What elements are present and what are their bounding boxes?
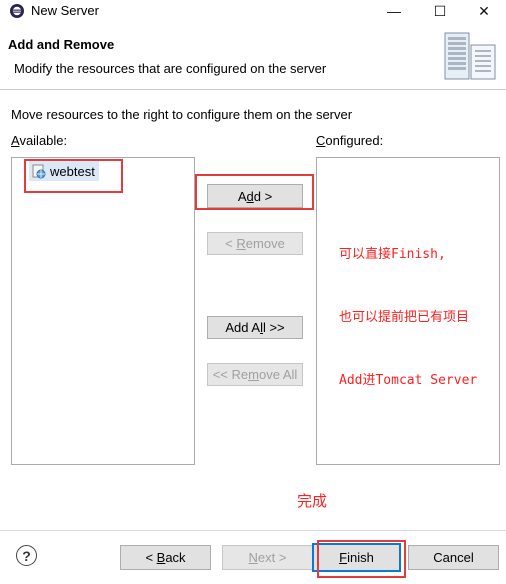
configured-label: Configured:: [316, 133, 384, 148]
close-button[interactable]: ✕: [462, 0, 506, 22]
help-button[interactable]: ?: [16, 545, 37, 566]
next-button-label: Next >: [248, 550, 287, 565]
annotation-note: 可以直接Finish, 也可以提前把已有项目 Add进Tomcat Server: [339, 202, 477, 412]
page-description: Modify the resources that are configured…: [14, 61, 327, 76]
back-button-label: < Back: [145, 550, 186, 565]
annotation-box-finish: [317, 540, 406, 578]
annotation-note-line: 也可以提前把已有项目: [339, 310, 470, 325]
page-title: Add and Remove: [8, 37, 115, 52]
window-title: New Server: [31, 3, 99, 18]
available-label: Available:: [11, 133, 68, 148]
back-button[interactable]: < Back: [120, 545, 211, 570]
instruction-text: Move resources to the right to configure…: [11, 107, 353, 122]
remove-button-label: < Remove: [225, 236, 285, 251]
add-all-button[interactable]: Add All >>: [207, 316, 303, 339]
annotation-done: 完成: [297, 492, 328, 510]
annotation-box-add: [195, 174, 314, 210]
available-list[interactable]: [11, 157, 195, 465]
remove-button[interactable]: < Remove: [207, 232, 303, 255]
minimize-button[interactable]: —: [372, 0, 416, 22]
configured-label-rest: onfigured:: [325, 133, 384, 148]
cancel-button[interactable]: Cancel: [408, 545, 499, 570]
wizard-header: [0, 22, 506, 90]
annotation-note-line: 可以直接Finish,: [339, 247, 446, 262]
remove-all-button[interactable]: << Remove All: [207, 363, 303, 386]
eclipse-icon: [10, 4, 24, 18]
available-label-rest: vailable:: [19, 133, 68, 148]
annotation-note-line: Add进Tomcat Server: [339, 373, 478, 388]
next-button[interactable]: Next >: [222, 545, 313, 570]
footer-separator: [0, 530, 506, 531]
remove-all-button-label: << Remove All: [212, 367, 298, 382]
maximize-button[interactable]: ☐: [418, 0, 462, 22]
server-icon: [444, 32, 496, 80]
add-all-button-label: Add All >>: [225, 320, 285, 335]
annotation-box-webtest: [24, 159, 123, 193]
